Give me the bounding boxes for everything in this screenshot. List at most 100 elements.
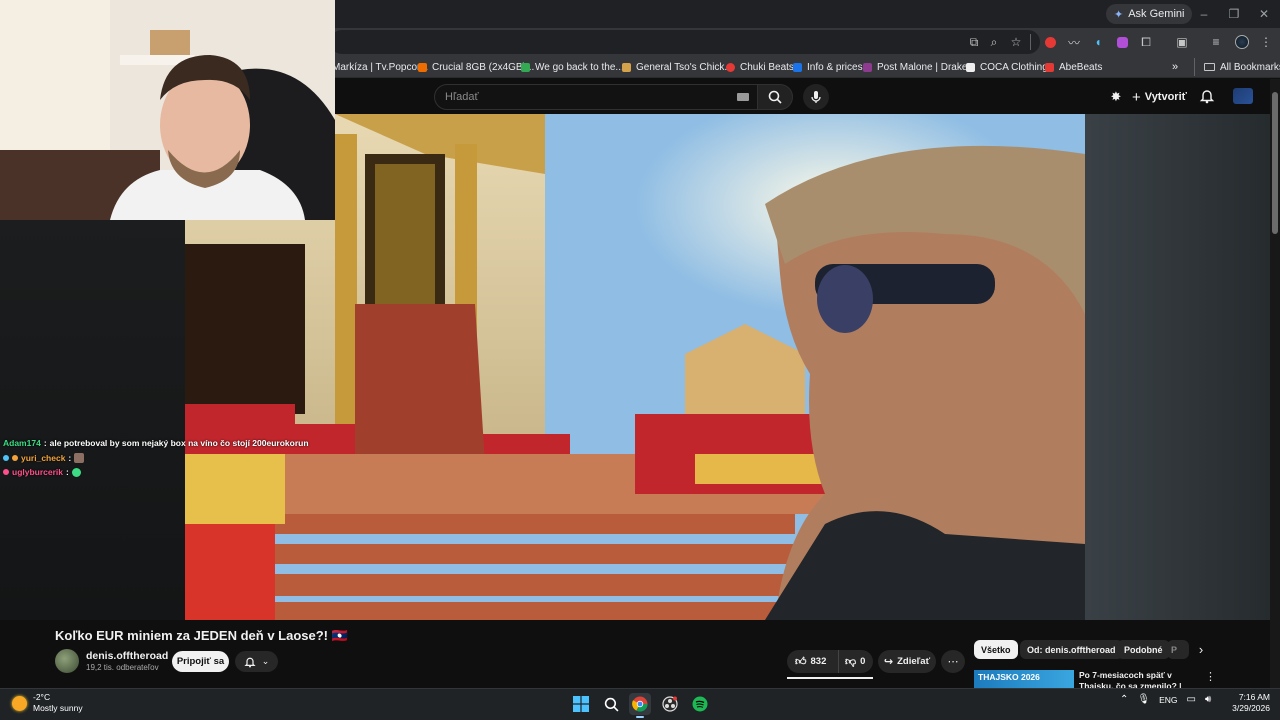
microphone-icon: [811, 91, 821, 103]
extension-wave-icon[interactable]: 〰: [1064, 32, 1084, 52]
subscriber-count: 19,2 tis. odberateľov: [86, 663, 159, 672]
extension-audio-icon[interactable]: ◖: [1088, 32, 1108, 52]
profile-avatar[interactable]: [1232, 32, 1252, 52]
taskbar-search-icon[interactable]: [600, 693, 622, 715]
sun-icon: [12, 695, 27, 711]
webcam-overlay: [0, 0, 335, 220]
bookmarks-overflow-icon[interactable]: »: [1172, 58, 1178, 76]
bell-icon: [244, 657, 256, 667]
bookmark-item[interactable]: COCA Clothing: [966, 58, 1048, 76]
search-button[interactable]: [757, 84, 793, 110]
bookmark-item[interactable]: General Tso's Chick...: [622, 58, 733, 76]
share-button[interactable]: ↪ Zdieľať: [878, 650, 936, 673]
subscription-bell-button[interactable]: ⌄: [235, 651, 278, 672]
like-progress-underline: [787, 677, 873, 679]
like-dislike-group: 👍︎ 832 👎︎ 0: [787, 650, 873, 673]
bookmark-label: AbeBeats: [1059, 61, 1103, 73]
close-icon[interactable]: ✕: [1254, 4, 1274, 24]
account-avatar[interactable]: [1233, 88, 1253, 104]
temperature: -2°C: [33, 692, 51, 702]
chat-emote-icon: [74, 453, 85, 463]
tray-overflow-chevron-icon[interactable]: ⌃: [1120, 694, 1128, 705]
chat-message: Adam174: ale potreboval by som nejaký bo…: [3, 438, 309, 448]
webcam-image: [0, 0, 335, 220]
chip-more[interactable]: P: [1167, 640, 1189, 659]
folder-icon: [1204, 63, 1215, 71]
bookmark-label: Chuki Beats: [740, 61, 794, 73]
stream-overlay-background: [0, 220, 185, 620]
taskbar-clock[interactable]: 7:16 AM 3/29/2026: [1226, 692, 1270, 714]
obs-taskbar-icon[interactable]: [659, 693, 681, 715]
volume-icon[interactable]: 🔊︎: [1205, 694, 1211, 705]
chat-username: Adam174: [3, 438, 41, 448]
media-controls-icon[interactable]: ≡: [1206, 32, 1226, 52]
zoom-icon[interactable]: ⌕: [984, 32, 1004, 52]
extension-red-icon[interactable]: [1040, 32, 1060, 52]
bookmark-item[interactable]: We go back to the...: [521, 58, 624, 76]
dislike-button[interactable]: 👎︎ 0: [839, 650, 865, 673]
more-actions-icon[interactable]: ⋯: [941, 650, 965, 673]
bookmark-star-icon[interactable]: ☆: [1006, 32, 1026, 52]
install-app-icon[interactable]: ⧉: [964, 32, 984, 52]
chip-all[interactable]: Všetko: [974, 640, 1018, 659]
maximize-icon[interactable]: ❐: [1224, 4, 1244, 24]
chat-separator: :: [68, 453, 72, 463]
chevron-right-icon[interactable]: ›: [1192, 640, 1210, 659]
recommended-title[interactable]: Po 7-mesiacoch späť v Thajsku, čo sa zme…: [1079, 670, 1201, 688]
ask-gemini-button[interactable]: ✦ Ask Gemini: [1106, 4, 1193, 24]
recommended-menu-icon[interactable]: ⋮: [1205, 670, 1216, 684]
spotify-taskbar-icon[interactable]: [689, 693, 711, 715]
share-label: Zdieľať: [897, 656, 931, 667]
like-button[interactable]: 👍︎ 832: [787, 650, 839, 673]
chrome-menu-icon[interactable]: ⋮: [1256, 32, 1276, 52]
all-bookmarks-button[interactable]: All Bookmarks: [1204, 58, 1280, 76]
chat-badge-icon: [12, 455, 18, 461]
chat-message: uglyburcerik:: [3, 467, 81, 477]
create-button[interactable]: + Vytvoriť: [1132, 86, 1187, 108]
bookmark-item[interactable]: Post Malone | Drake...: [863, 58, 976, 76]
sidepanel-icon[interactable]: ▣: [1172, 32, 1192, 52]
video-title: Koľko EUR miniem za JEDEN deň v Laose?! …: [55, 628, 348, 643]
channel-name[interactable]: denis.offtheroad: [86, 650, 168, 662]
weather-condition: Mostly sunny: [33, 703, 83, 713]
extension-purple-icon[interactable]: [1112, 32, 1132, 52]
network-icon[interactable]: ▭: [1187, 694, 1196, 705]
bookmark-item[interactable]: Chuki Beats: [726, 58, 794, 76]
bookmark-label: COCA Clothing: [980, 61, 1048, 73]
extension-star-icon[interactable]: ✸: [1108, 89, 1124, 105]
bookmark-item[interactable]: AbeBeats: [1045, 58, 1102, 76]
language-indicator[interactable]: ENG: [1159, 695, 1177, 705]
scrollbar-thumb[interactable]: [1272, 92, 1278, 234]
bookmark-label: Info & prices: [807, 61, 863, 73]
ask-gemini-label: Ask Gemini: [1128, 8, 1185, 20]
bookmark-favicon-icon: [793, 62, 802, 72]
toolbar-divider: [1030, 34, 1031, 50]
active-app-indicator: [636, 716, 644, 718]
minimize-icon[interactable]: –: [1194, 4, 1214, 24]
bookmark-label: We go back to the...: [535, 61, 624, 73]
bookmark-item[interactable]: Markíza | Tv.Popcor...: [332, 58, 428, 76]
microphone-tray-icon[interactable]: 🎙︎: [1137, 694, 1150, 705]
gemini-sparkle-icon: ✦: [1114, 8, 1124, 21]
chip-from-channel[interactable]: Od: denis.offtheroad: [1020, 640, 1123, 659]
bookmark-item[interactable]: Info & prices: [793, 58, 863, 76]
system-tray: ⌃ 🎙︎ ENG ▭ 🔊︎: [1120, 694, 1211, 705]
like-count: 832: [810, 656, 827, 667]
weather-widget[interactable]: -2°C Mostly sunny: [12, 692, 83, 714]
chevron-down-icon: ⌄: [261, 656, 270, 666]
chrome-taskbar-icon[interactable]: [629, 693, 651, 715]
voice-search-button[interactable]: [803, 84, 829, 110]
bookmark-favicon-icon: [418, 62, 427, 72]
search-icon: [768, 90, 782, 104]
join-button[interactable]: Pripojiť sa: [172, 651, 229, 672]
windows-start-icon[interactable]: [570, 693, 592, 715]
notifications-bell-icon[interactable]: [1199, 88, 1217, 106]
address-bar[interactable]: [330, 30, 1040, 54]
extensions-puzzle-icon[interactable]: ⧠: [1136, 32, 1156, 52]
keyboard-icon[interactable]: [737, 93, 749, 101]
channel-avatar[interactable]: [55, 649, 79, 673]
recommended-thumbnail[interactable]: THAJSKO 2026: [974, 670, 1074, 688]
search-input[interactable]: Hľadať: [434, 84, 758, 110]
chip-related[interactable]: Podobné: [1117, 640, 1170, 659]
bookmark-item[interactable]: Crucial 8GB (2x4GB)...: [418, 58, 534, 76]
